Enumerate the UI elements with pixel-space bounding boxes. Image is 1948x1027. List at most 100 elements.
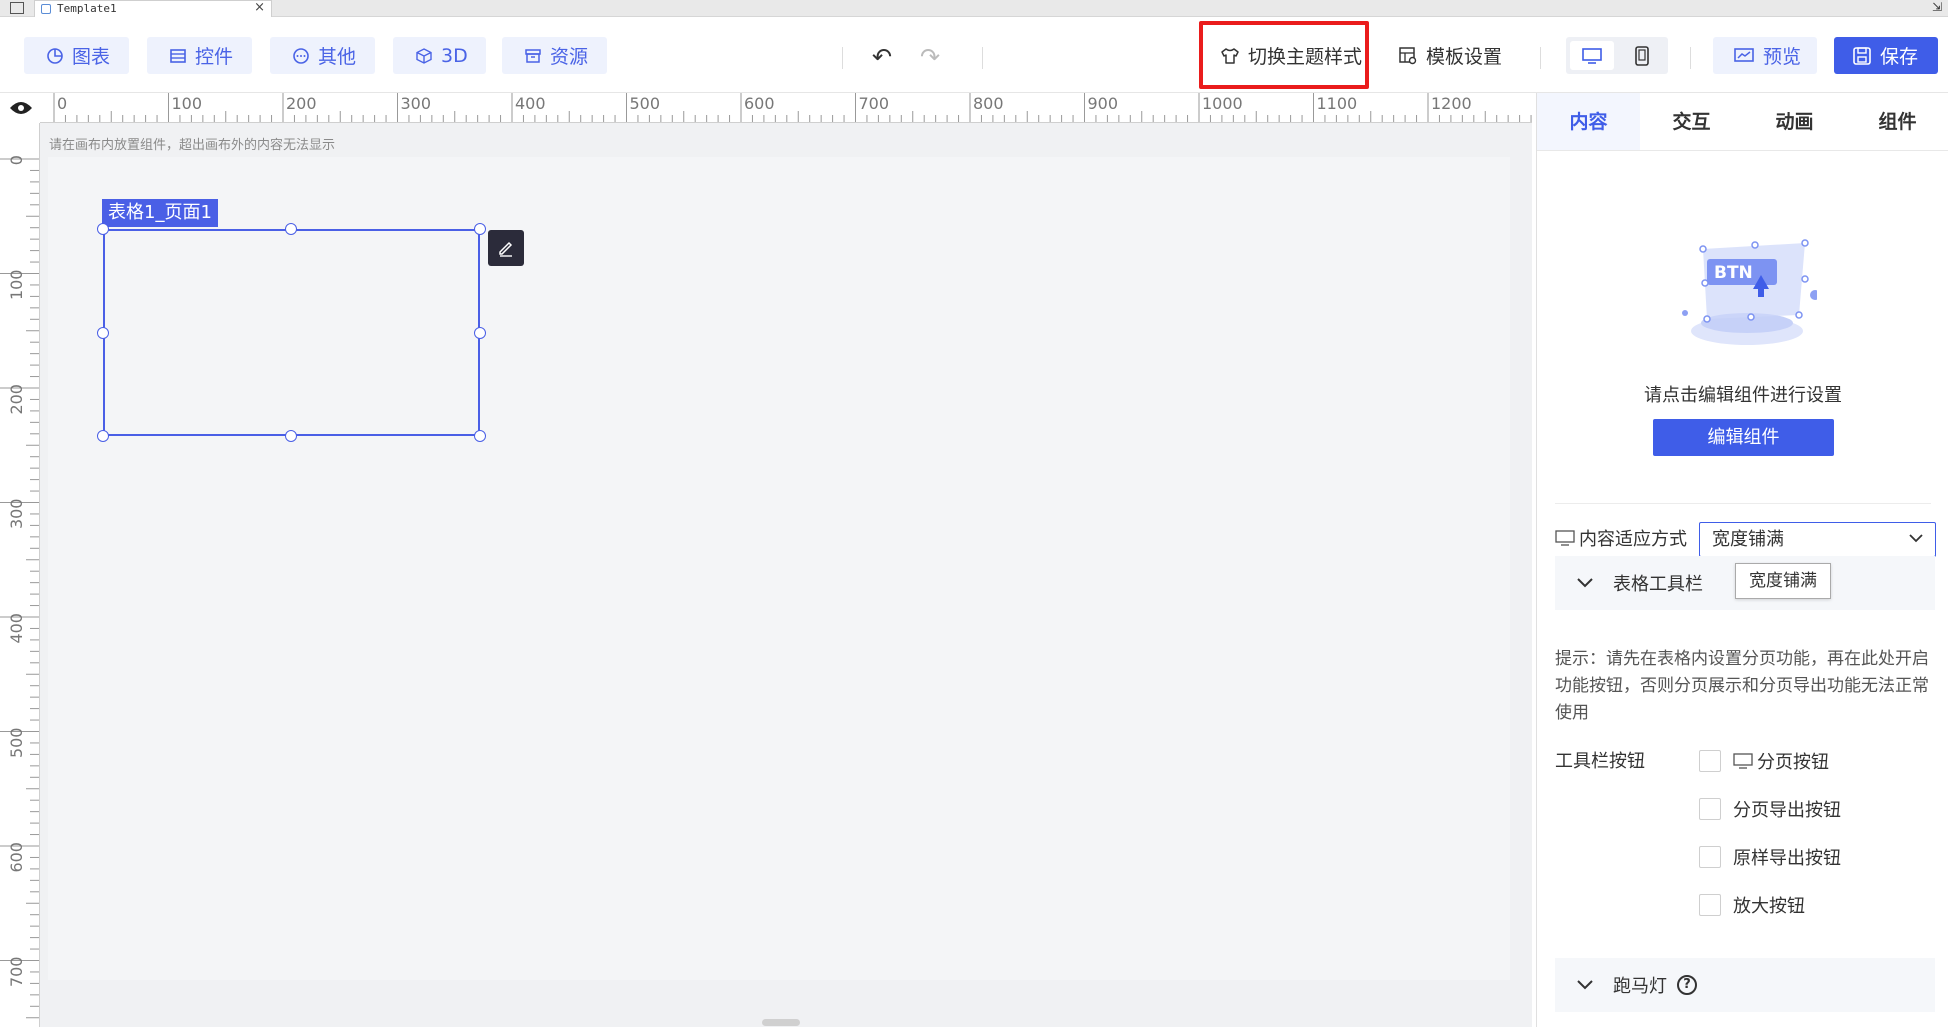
ruler-tick-label: 200 [7,384,26,415]
horizontal-scrollbar[interactable] [762,1019,800,1026]
toolbar-divider [1690,47,1691,69]
ruler-tick-label: 400 [515,94,546,113]
panel-divider [1555,503,1931,504]
insert-chart-button[interactable]: 图表 [24,37,129,74]
resize-handle-s[interactable] [285,430,297,442]
cube-icon [416,47,432,64]
tab-component[interactable]: 组件 [1846,93,1948,150]
document-tab-title: Template1 [57,2,117,15]
edit-component-hint: 请点击编辑组件进行设置 [1644,385,1842,406]
monitor-icon [1733,753,1753,769]
help-icon[interactable]: ? [1677,975,1697,995]
redo-icon[interactable]: ↷ [920,43,940,71]
canvas-area[interactable]: 请在画布内放置组件，超出画布外的内容无法显示 表格1_页面1 [40,123,1570,1027]
resize-handle-w[interactable] [97,327,109,339]
chevron-down-icon [1577,980,1593,990]
checkbox-pagination-button[interactable]: 分页按钮 [1699,748,1829,774]
insert-other-button[interactable]: 其他 [270,37,375,74]
resize-handle-sw[interactable] [97,430,109,442]
illustration-btn-text: BTN [1714,263,1753,283]
device-toggle-group [1566,37,1668,74]
template-settings-button[interactable]: 模板设置 [1398,37,1502,74]
document-tab[interactable]: Template1 × [34,0,272,17]
insert-widget-button[interactable]: 控件 [147,37,252,74]
ruler-tick-label: 100 [172,94,203,113]
insert-other-label: 其他 [318,46,357,68]
resize-handle-nw[interactable] [97,223,109,235]
close-tab-icon[interactable]: × [254,0,265,15]
checkbox[interactable] [1699,846,1721,868]
insert-3d-button[interactable]: 3D [393,37,486,74]
vertical-ruler-ticks: 0 100 200 300 400 500 600 700 [0,155,39,1019]
pagination-tip: 提示：请先在表格内设置分页功能，再在此处开启功能按钮，否则分页展示和分页导出功能… [1555,649,1929,723]
ruler-tick-label: 100 [7,270,26,301]
checkbox-original-export-button[interactable]: 原样导出按钮 [1699,844,1841,870]
preview-icon [1734,47,1754,62]
save-label: 保存 [1880,46,1919,68]
ruler-tick-label: 600 [744,94,775,113]
switch-theme-highlight [1199,21,1369,89]
mobile-view-button[interactable] [1620,41,1664,70]
app-icon [10,2,24,14]
desktop-view-button[interactable] [1570,41,1614,70]
insert-resource-button[interactable]: 资源 [502,37,607,74]
toolbar-buttons-label: 工具栏按钮 [1555,751,1645,772]
insert-chart-label: 图表 [72,46,111,68]
monitor-icon [1555,530,1575,546]
edit-component-illustration: BTN [1682,239,1817,345]
ruler-tick-label: 400 [7,613,26,644]
eye-icon[interactable] [9,100,33,116]
resize-handle-se[interactable] [474,430,486,442]
properties-panel: 内容 交互 动画 组件 BTN 请点击编辑组件进行设置 编辑组件 内容适应方式 … [1536,93,1948,1027]
widget-icon [170,48,186,63]
template-settings-icon [1399,46,1417,64]
ruler-tick-label: 1100 [1317,94,1358,113]
component-label: 表格1_页面1 [102,199,218,227]
resize-handle-n[interactable] [285,223,297,235]
undo-icon[interactable]: ↶ [872,43,892,71]
content-fit-label-text: 内容适应方式 [1579,529,1687,550]
content-fit-value: 宽度铺满 [1712,529,1784,550]
content-fit-select[interactable]: 宽度铺满 [1699,522,1936,557]
ruler-tick-label: 1200 [1431,94,1472,113]
tab-content[interactable]: 内容 [1537,93,1640,150]
tab-animation[interactable]: 动画 [1743,93,1846,150]
ruler-tick-label: 1000 [1202,94,1243,113]
content-fit-tooltip: 宽度铺满 [1735,563,1831,599]
checkbox-label: 放大按钮 [1733,896,1805,917]
horizontal-ruler-ticks: 0 100 200 300 400 500 600 700 800 900 1000 1100 1200 [53,93,1532,122]
horizontal-ruler: 0 100 200 300 400 500 600 700 800 900 1000 1100 1200 [40,93,1532,123]
checkbox-zoom-button[interactable]: 放大按钮 [1699,892,1805,918]
ruler-tick-label: 700 [859,94,890,113]
restore-window-icon[interactable]: ⇲ [1932,0,1942,14]
checkbox[interactable] [1699,750,1721,772]
checkbox[interactable] [1699,798,1721,820]
more-circle-icon [293,47,309,64]
tab-interaction[interactable]: 交互 [1640,93,1743,150]
chevron-down-icon [1577,578,1593,588]
canvas-hint: 请在画布内放置组件，超出画布外的内容无法显示 [49,138,336,153]
preview-button[interactable]: 预览 [1713,37,1817,74]
toolbar-divider [982,47,983,69]
resize-handle-e[interactable] [474,327,486,339]
monitor-icon [1582,47,1602,64]
resize-handle-ne[interactable] [474,223,486,235]
content-fit-label: 内容适应方式 [1555,525,1687,551]
ruler-tick-label: 800 [973,94,1004,113]
save-button[interactable]: 保存 [1834,37,1938,74]
marquee-section[interactable]: 跑马灯 ? [1555,958,1935,1012]
ruler-tick-label: 500 [7,728,26,759]
window-tabstrip: Template1 × ⇲ [0,0,1948,17]
template-settings-label: 模板设置 [1426,46,1503,68]
checkbox[interactable] [1699,894,1721,916]
checkbox-label: 分页按钮 [1757,752,1829,773]
table-toolbar-section-title: 表格工具栏 [1613,574,1703,595]
document-icon [41,4,51,14]
edit-component-button[interactable]: 编辑组件 [1653,419,1834,456]
vertical-ruler: 0 100 200 300 400 500 600 700 [0,123,40,1027]
checkbox-pagination-export-button[interactable]: 分页导出按钮 [1699,796,1841,822]
table-component[interactable] [103,229,480,436]
ruler-tick-label: 300 [7,499,26,530]
component-edit-button[interactable] [488,230,524,266]
marquee-section-title: 跑马灯 [1613,976,1667,997]
